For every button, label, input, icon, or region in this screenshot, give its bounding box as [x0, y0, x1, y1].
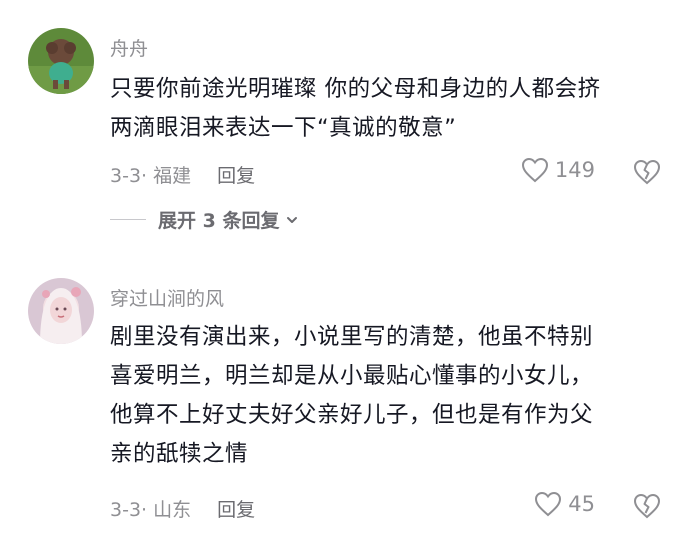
- username[interactable]: 穿过山涧的风: [110, 284, 224, 311]
- comment-date: 3-3: [110, 499, 142, 521]
- meta-separator: ·: [141, 499, 154, 521]
- broken-heart-icon[interactable]: [632, 492, 662, 520]
- like-count: 45: [568, 492, 595, 516]
- comment-line: 亲的舐犊之情: [110, 441, 249, 467]
- comment-line: 喜爱明兰，明兰却是从小最贴心懂事的小女儿，: [110, 363, 594, 389]
- like-button[interactable]: 45: [534, 491, 595, 517]
- heart-outline-icon: [535, 491, 562, 517]
- comment-text: 剧里没有演出来，小说里写的清楚，他虽不特别 喜爱明兰，明兰却是从小最贴心懂事的小…: [110, 318, 670, 474]
- avatar[interactable]: [28, 278, 94, 344]
- comment-meta: 3-3· 山东 回复: [110, 495, 255, 522]
- comment-line: 剧里没有演出来，小说里写的清楚，他虽不特别: [110, 324, 594, 350]
- comment-2: 穿过山涧的风 剧里没有演出来，小说里写的清楚，他虽不特别 喜爱明兰，明兰却是从小…: [0, 0, 690, 539]
- girl-avatar-image: [28, 278, 94, 344]
- reply-button[interactable]: 回复: [217, 499, 255, 521]
- comment-location: 山东: [153, 499, 192, 521]
- comment-line: 他算不上好丈夫好父亲好儿子，但也是有作为父: [110, 402, 594, 428]
